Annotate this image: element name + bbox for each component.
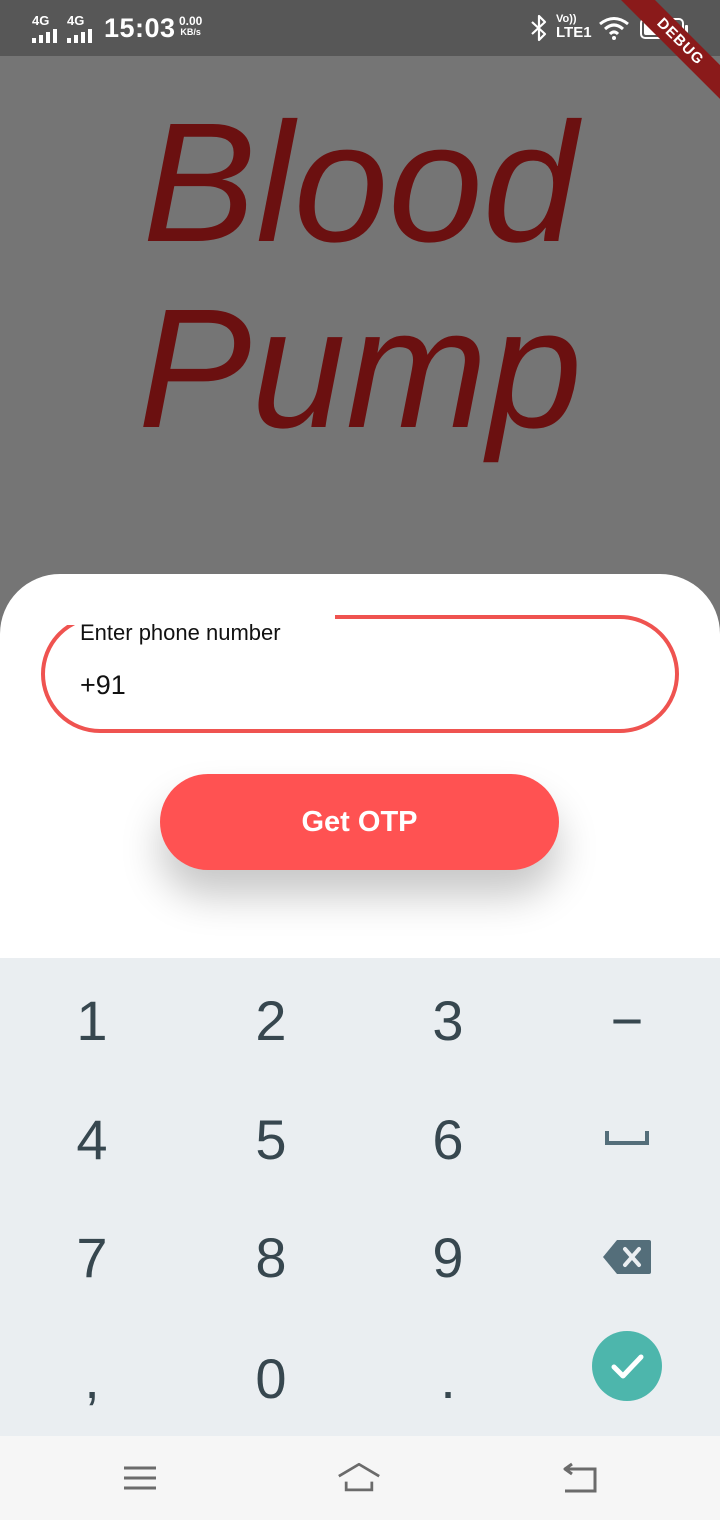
back-icon[interactable]: [557, 1458, 601, 1498]
speed-value: 0.00: [179, 14, 203, 28]
key-comma[interactable]: ,: [2, 1320, 182, 1438]
logo-line-1: Blood: [142, 88, 578, 278]
key-9[interactable]: 9: [358, 1199, 538, 1317]
done-key[interactable]: [592, 1331, 662, 1401]
lte-label: LTE1: [556, 24, 592, 41]
key-6[interactable]: 6: [358, 1081, 538, 1199]
speed-unit: KB/s: [180, 27, 201, 37]
key-2[interactable]: 2: [181, 962, 361, 1080]
login-card: Enter phone number +91 Get OTP: [0, 574, 720, 974]
key-0[interactable]: 0: [181, 1320, 361, 1438]
app-logo: Blood Pump: [0, 90, 720, 462]
clock: 15:03: [104, 13, 176, 43]
key-3[interactable]: 3: [358, 962, 538, 1080]
network-label: 4G: [32, 13, 50, 28]
home-icon[interactable]: [337, 1458, 381, 1498]
volte-indicator: Vo)) LTE1: [556, 13, 592, 41]
logo-line-2: Pump: [137, 274, 583, 464]
key-5[interactable]: 5: [181, 1081, 361, 1199]
space-key-icon[interactable]: [605, 1131, 649, 1145]
signal-bars-icon: [67, 29, 92, 43]
menu-icon[interactable]: [118, 1458, 162, 1498]
network-indicator-2: 4G: [67, 14, 92, 43]
network-speed: 0.00 KB/s: [179, 15, 202, 38]
phone-input-value[interactable]: +91: [80, 670, 126, 701]
status-bar: 4G 4G 15:03 0.00 KB/s Vo)) LTE1 58: [0, 0, 720, 56]
key-8[interactable]: 8: [181, 1199, 361, 1317]
backspace-icon[interactable]: [603, 1240, 651, 1274]
get-otp-button[interactable]: Get OTP: [160, 774, 559, 870]
wifi-icon: [599, 17, 629, 40]
network-indicator-1: 4G: [32, 14, 57, 43]
signal-bars-icon: [32, 29, 57, 43]
system-nav-bar: [0, 1436, 720, 1520]
checkmark-icon: [611, 1354, 644, 1379]
network-label: 4G: [67, 13, 85, 28]
key-7[interactable]: 7: [2, 1199, 182, 1317]
bluetooth-icon: [531, 14, 547, 42]
key-1[interactable]: 1: [2, 962, 182, 1080]
key-4[interactable]: 4: [2, 1081, 182, 1199]
key-dot[interactable]: .: [358, 1320, 538, 1438]
key-minus[interactable]: −: [537, 962, 717, 1080]
phone-input-label: Enter phone number: [80, 620, 281, 645]
